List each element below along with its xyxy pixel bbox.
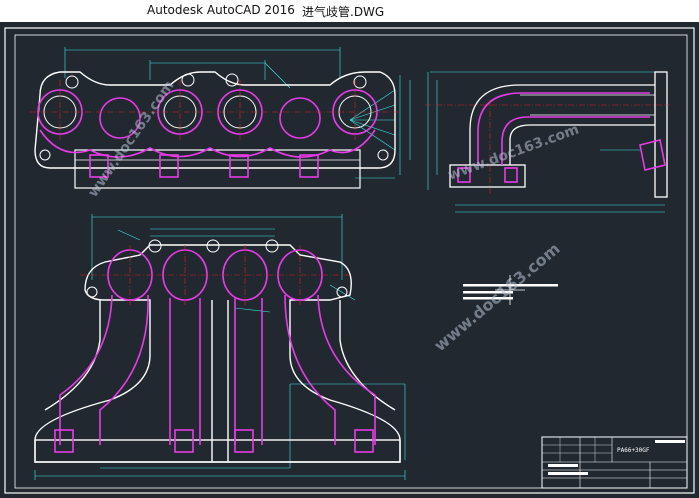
watermark-3: www.doc163.com [430,239,563,355]
front-view [34,214,406,480]
outer-border [4,27,695,494]
watermark-1: www.doc163.com [85,78,177,200]
title-bar: Autodesk AutoCAD 2016 进气歧管.DWG [0,0,699,22]
flange-top-view [30,47,411,189]
autocad-window: Autodesk AutoCAD 2016 进气歧管.DWG PA66+30GF… [0,0,699,498]
file-title: 进气歧管.DWG [302,5,385,19]
drawing-canvas[interactable]: PA66+30GF www.doc163.com www.doc163.com … [0,22,699,498]
cad-drawing: PA66+30GF www.doc163.com www.doc163.com … [4,27,695,494]
inner-border [14,34,688,489]
title-block-material: PA66+30GF [617,447,650,454]
title-block: PA66+30GF [541,436,688,489]
app-title: Autodesk AutoCAD 2016 [147,3,295,17]
